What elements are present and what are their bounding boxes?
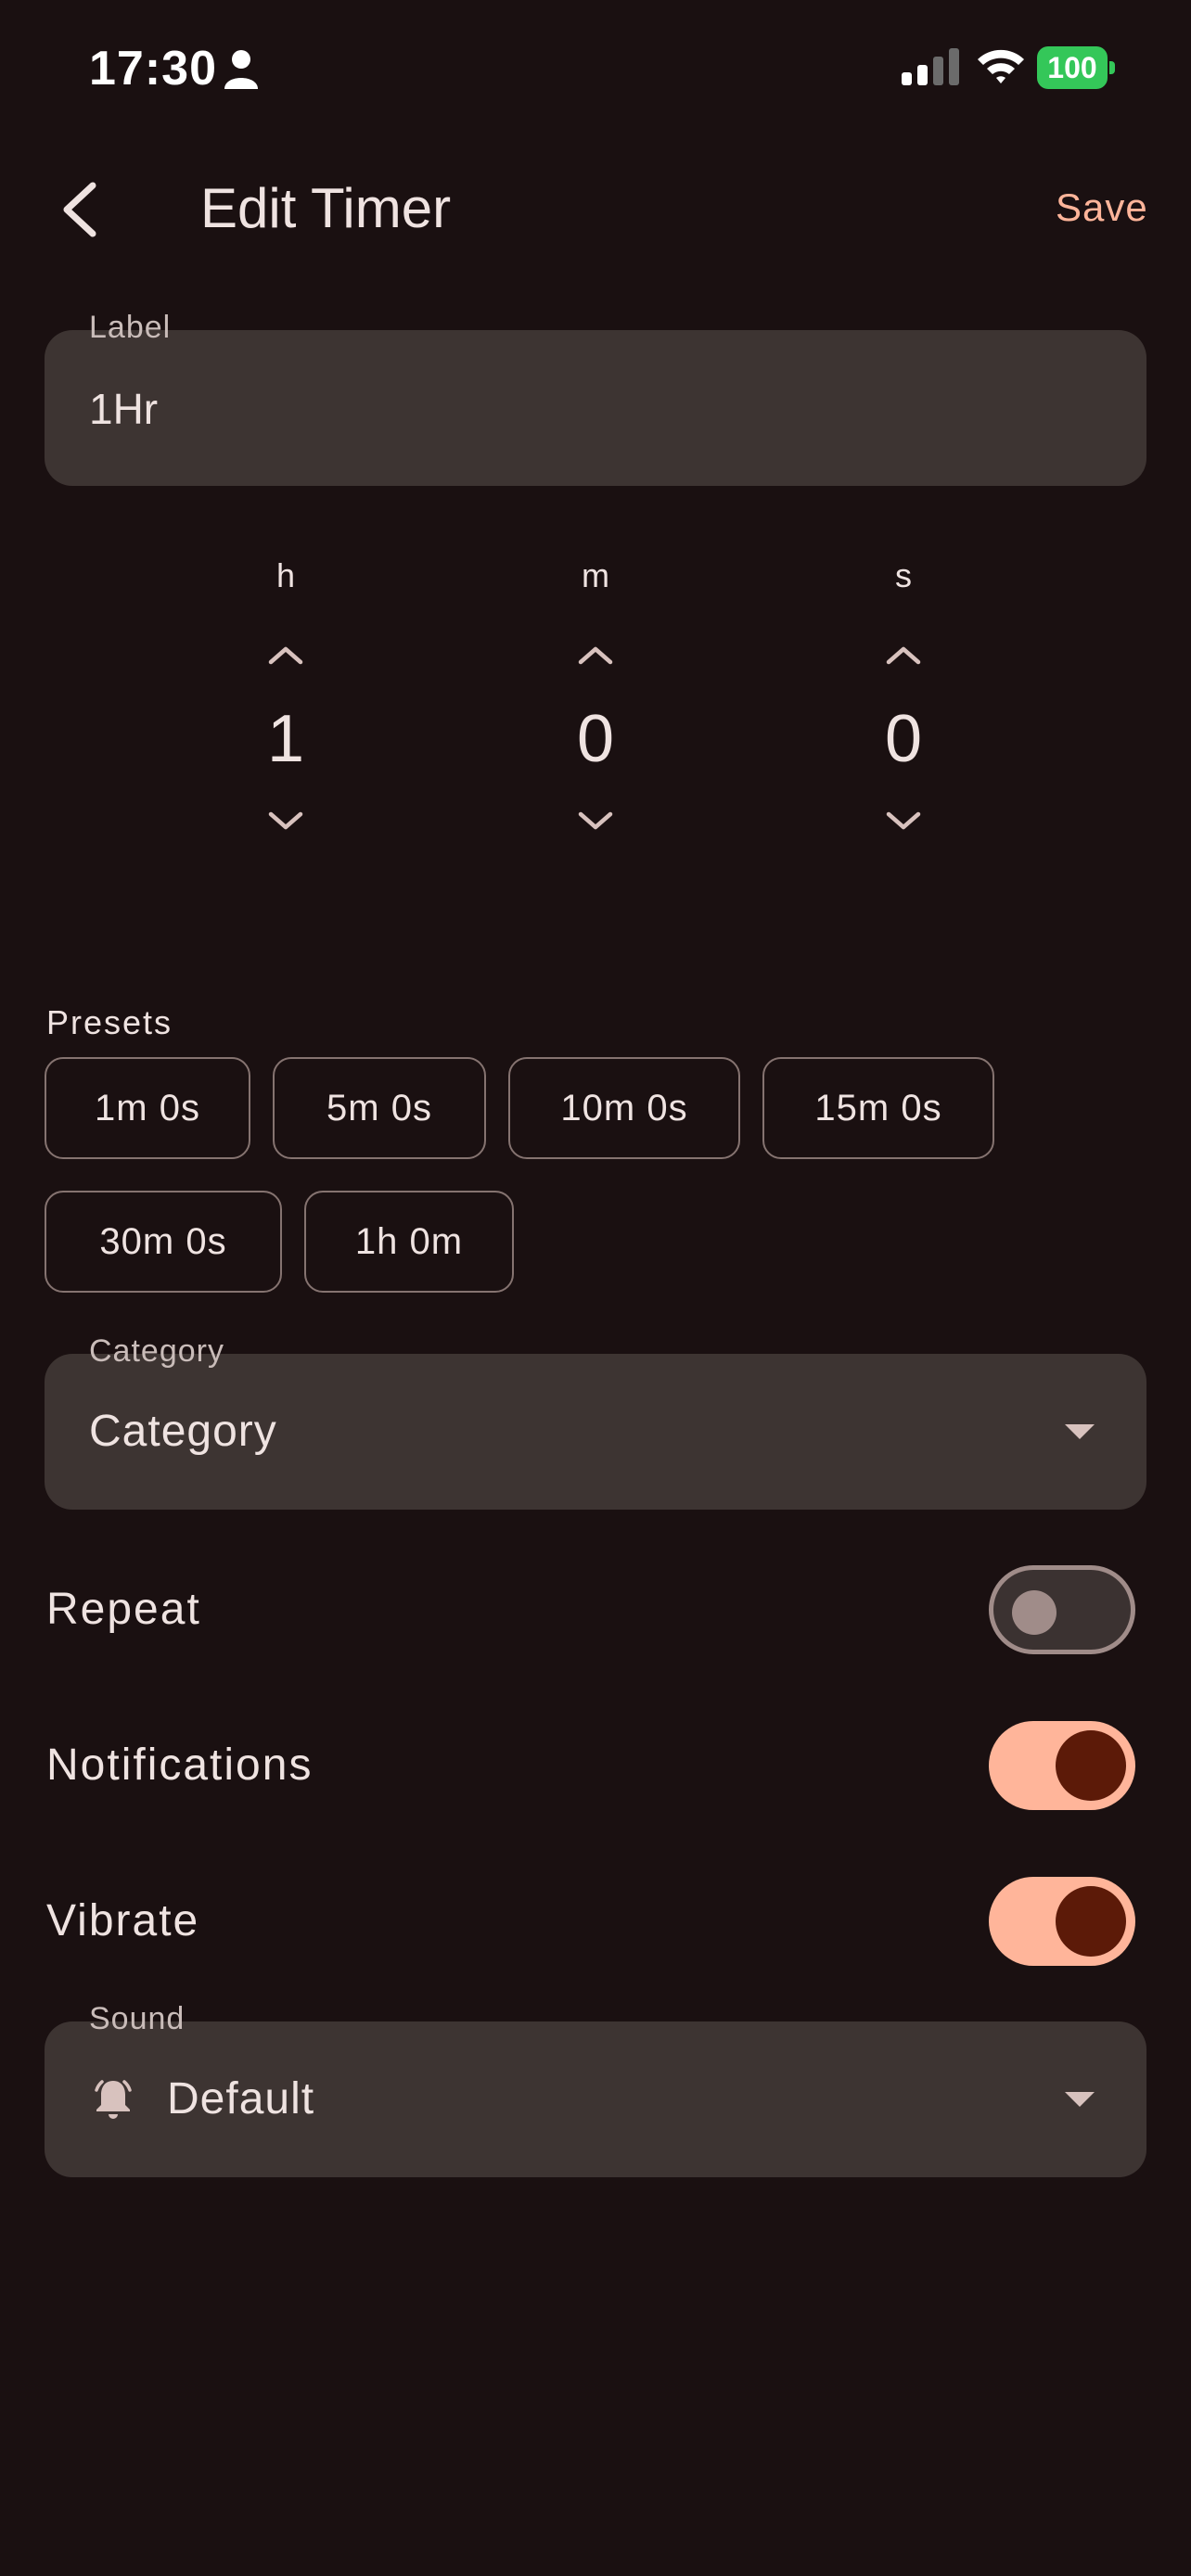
label-field-label: Label (89, 310, 172, 345)
sound-select[interactable]: Sound Default (45, 2001, 1146, 2177)
preset-chip[interactable]: 15m 0s (762, 1057, 994, 1159)
save-button[interactable]: Save (1056, 185, 1148, 230)
battery-level: 100 (1037, 46, 1108, 89)
category-select[interactable]: Category Category (45, 1333, 1146, 1510)
back-button[interactable] (52, 176, 108, 243)
toggle-knob (1056, 1730, 1126, 1801)
label-input[interactable] (89, 384, 1091, 434)
hours-increment-chevron-up-icon[interactable] (265, 642, 306, 668)
presets-title: Presets (46, 1003, 173, 1041)
seconds-value: 0 (884, 702, 923, 776)
preset-chip[interactable]: 30m 0s (45, 1191, 282, 1293)
wifi-icon (978, 49, 1024, 83)
notifications-label: Notifications (46, 1741, 314, 1790)
category-field-label: Category (89, 1333, 224, 1369)
minutes-decrement-chevron-down-icon[interactable] (575, 809, 616, 835)
minutes-unit: m (582, 556, 609, 594)
preset-chip[interactable]: 1h 0m (304, 1191, 514, 1293)
minutes-increment-chevron-up-icon[interactable] (575, 642, 616, 668)
battery-indicator: 100 (1037, 46, 1115, 89)
hours-column: h 1 (193, 556, 378, 835)
minutes-value: 0 (576, 702, 615, 776)
hours-value: 1 (266, 702, 305, 776)
preset-chip[interactable]: 10m 0s (508, 1057, 740, 1159)
toggle-knob (1012, 1590, 1057, 1635)
repeat-label: Repeat (46, 1585, 201, 1634)
preset-chip[interactable]: 5m 0s (273, 1057, 486, 1159)
status-time: 17:30 (89, 42, 217, 96)
notifications-toggle[interactable] (989, 1721, 1135, 1810)
dropdown-arrow-icon (1065, 2092, 1095, 2107)
sound-field-label: Sound (89, 2001, 186, 2036)
repeat-toggle[interactable] (989, 1565, 1135, 1654)
toggle-knob (1056, 1886, 1126, 1957)
bell-icon (95, 2080, 132, 2119)
vibrate-label: Vibrate (46, 1896, 200, 1945)
signal-icon (902, 48, 959, 85)
seconds-unit: s (895, 556, 912, 594)
battery-nub (1109, 61, 1115, 74)
category-value: Category (89, 1407, 277, 1456)
sound-value: Default (167, 2074, 315, 2123)
minutes-column: m 0 (503, 556, 688, 835)
person-icon (224, 50, 258, 89)
seconds-increment-chevron-up-icon[interactable] (883, 642, 924, 668)
vibrate-toggle[interactable] (989, 1877, 1135, 1966)
dropdown-arrow-icon (1065, 1424, 1095, 1439)
hours-decrement-chevron-down-icon[interactable] (265, 809, 306, 835)
seconds-column: s 0 (811, 556, 996, 835)
page-title: Edit Timer (200, 177, 452, 239)
seconds-decrement-chevron-down-icon[interactable] (883, 809, 924, 835)
preset-chip[interactable]: 1m 0s (45, 1057, 250, 1159)
label-field[interactable]: Label (45, 310, 1146, 486)
hours-unit: h (275, 556, 296, 594)
